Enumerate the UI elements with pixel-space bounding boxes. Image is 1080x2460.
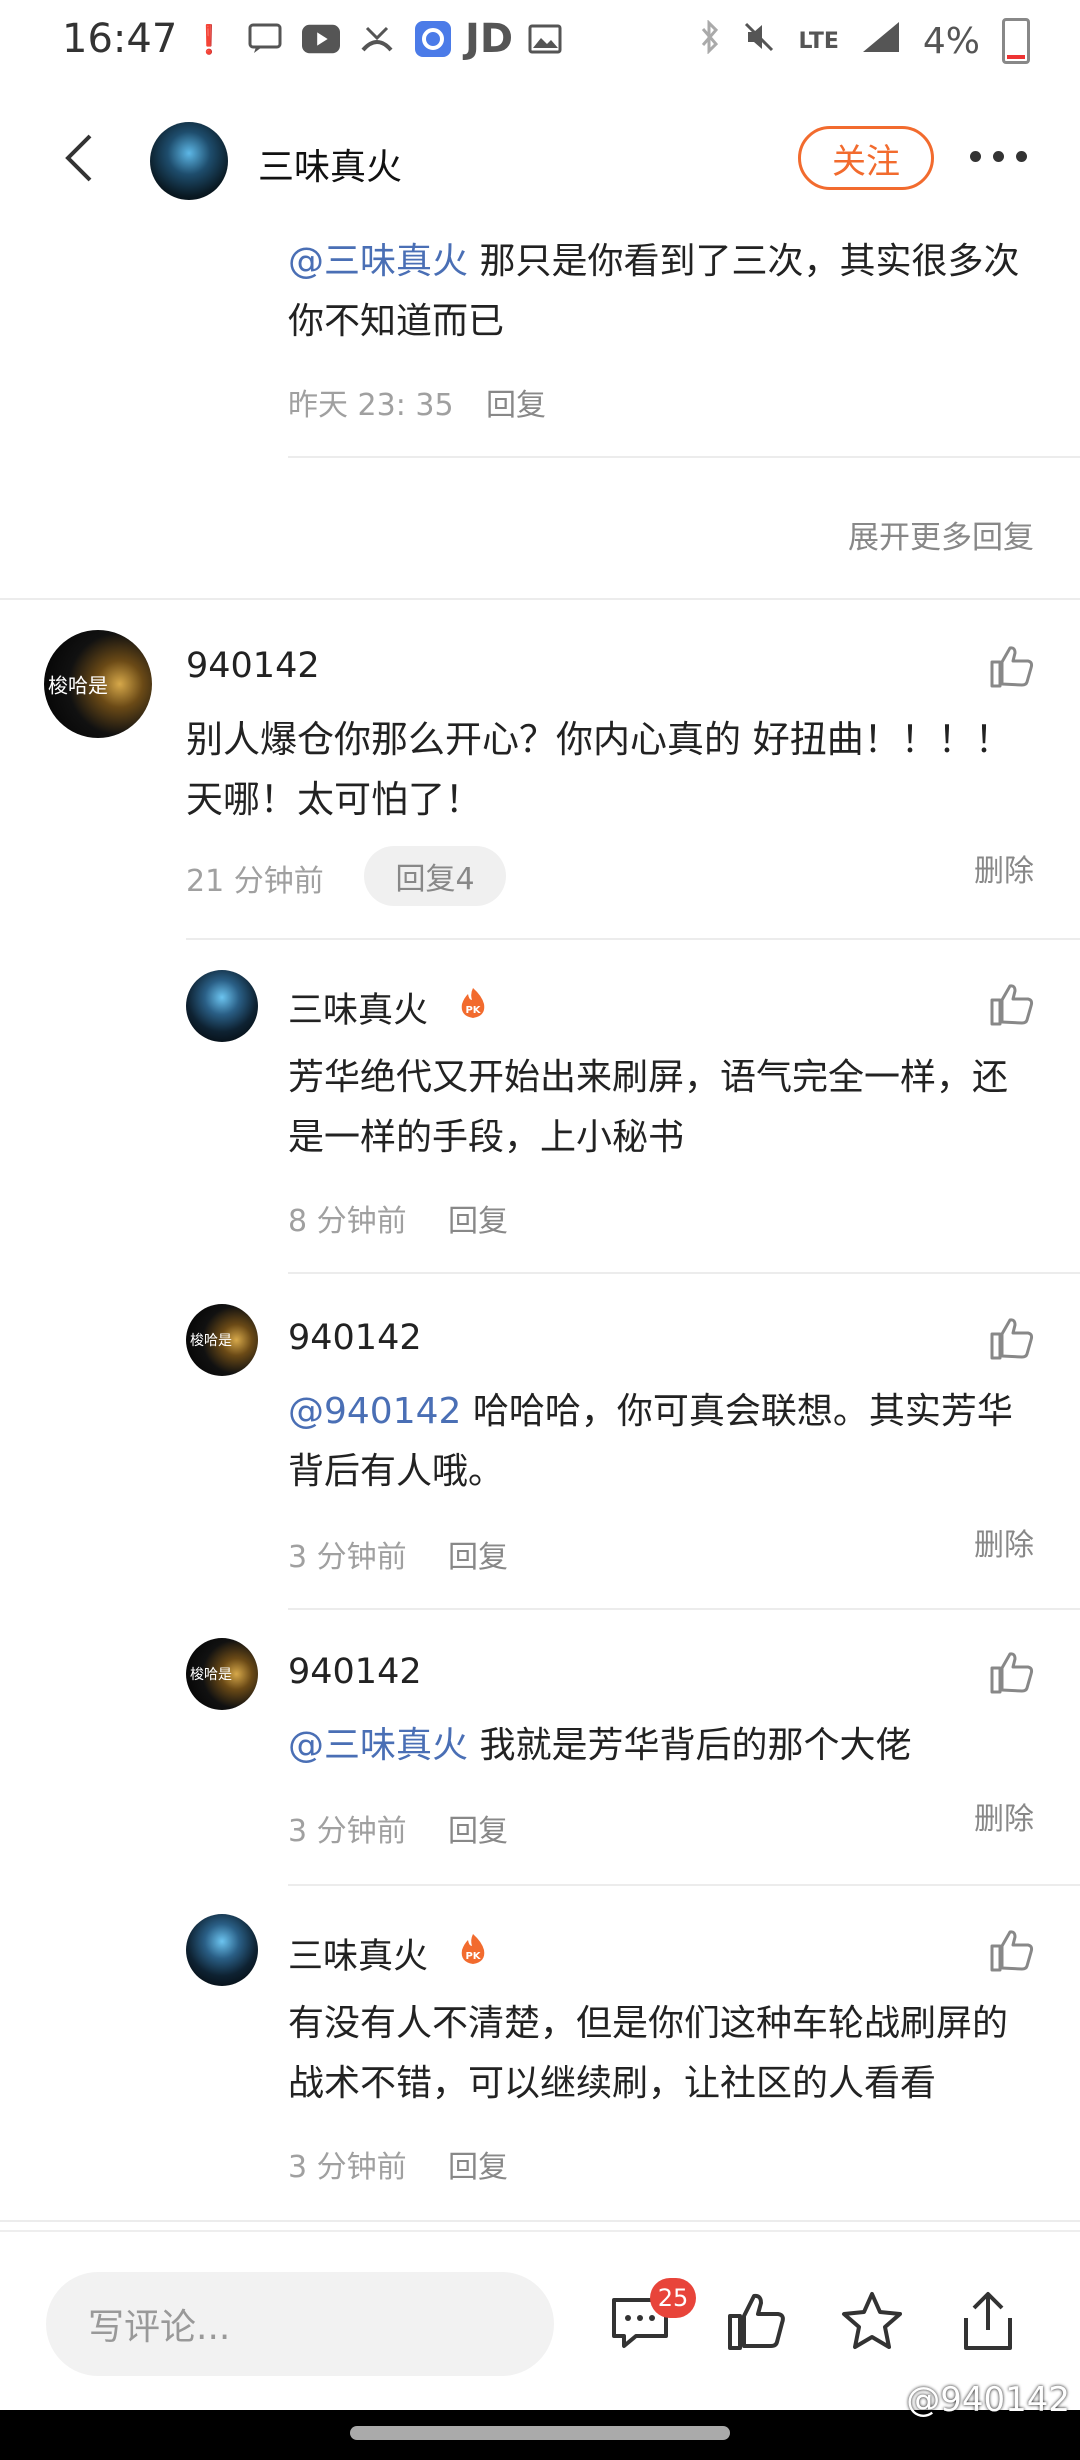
back-icon[interactable] xyxy=(52,128,112,188)
reply-username[interactable]: 三味真火 xyxy=(288,982,428,1033)
like-icon[interactable] xyxy=(988,1928,1034,1972)
divider xyxy=(0,598,1080,600)
notification-icons: ❗ JD xyxy=(190,16,564,62)
bluetooth-icon xyxy=(700,18,720,63)
message-icon xyxy=(246,20,284,58)
like-icon[interactable] xyxy=(724,2290,788,2354)
comment-text: 别人爆仓你那么开心？你内心真的 好扭曲！！！！天哪！太可怕了！ xyxy=(186,718,1012,821)
avatar[interactable] xyxy=(186,970,258,1042)
follow-button[interactable]: 关注 xyxy=(798,126,934,190)
avatar[interactable]: 梭哈是 xyxy=(186,1638,258,1710)
mute-icon xyxy=(742,20,776,63)
page-header: 三味真火 关注 xyxy=(0,110,1080,210)
reply-button[interactable]: 回复 xyxy=(448,1532,508,1576)
reply-username[interactable]: 940142 xyxy=(288,1652,422,1692)
watermark: @940142 xyxy=(906,2380,1070,2420)
battery-icon xyxy=(1002,18,1030,64)
reply-time: 昨天 23: 35 xyxy=(288,388,454,423)
missed-call-icon xyxy=(358,20,396,58)
reply-text: @三味真火 我就是芳华背后的那个大佬 xyxy=(288,1716,1028,1776)
status-time: 16:47 xyxy=(62,16,178,62)
avatar-text: 梭哈是 xyxy=(190,1667,232,1683)
avatar[interactable] xyxy=(186,1914,258,1986)
delete-button[interactable]: 删除 xyxy=(974,1520,1034,1564)
reply-button[interactable]: 回复 xyxy=(448,2142,508,2186)
avatar[interactable]: 梭哈是 xyxy=(186,1304,258,1376)
avatar[interactable] xyxy=(150,122,228,200)
system-icons: LTE 4% xyxy=(700,18,1030,64)
app-icon xyxy=(414,20,452,58)
svg-text:PK: PK xyxy=(465,1951,481,1962)
like-icon[interactable] xyxy=(988,1650,1034,1694)
reply-button[interactable]: 回复 xyxy=(486,380,546,424)
divider xyxy=(0,2220,1080,2222)
delete-button[interactable]: 删除 xyxy=(974,846,1034,890)
lte-icon: LTE xyxy=(798,28,839,54)
mention-link[interactable]: @三味真火 xyxy=(288,241,468,282)
reply-time: 8 分钟前 xyxy=(288,1204,407,1239)
home-indicator[interactable] xyxy=(350,2426,730,2440)
comment-time: 21 分钟前 xyxy=(186,864,324,899)
like-icon[interactable] xyxy=(988,982,1034,1026)
reply-text: @三味真火 那只是你看到了三次，其实很多次你不知道而已 xyxy=(288,232,1028,352)
reply-button[interactable]: 回复 xyxy=(448,1196,508,1240)
expand-replies-link[interactable]: 展开更多回复 xyxy=(848,512,1034,557)
battery-percent: 4% xyxy=(922,20,980,62)
divider xyxy=(288,1884,1080,1886)
favorite-icon[interactable] xyxy=(840,2290,904,2354)
status-bar: 16:47 ❗ JD LTE 4% xyxy=(0,0,1080,90)
signal-icon xyxy=(861,20,901,63)
reply-text: 有没有人不清楚，但是你们这种车轮战刷屏的战术不错，可以继续刷，让社区的人看看 xyxy=(288,2003,1009,2104)
reply-text: @940142 哈哈哈，你可真会联想。其实芳华背后有人哦。 xyxy=(288,1382,1028,1502)
like-icon[interactable] xyxy=(988,1316,1034,1360)
page-title[interactable]: 三味真火 xyxy=(258,138,402,190)
share-icon[interactable] xyxy=(956,2290,1020,2354)
like-icon[interactable] xyxy=(988,644,1034,688)
reply-time: 3 分钟前 xyxy=(288,1540,407,1575)
more-icon[interactable] xyxy=(970,146,1034,166)
divider xyxy=(288,1272,1080,1274)
replies-count-button[interactable]: 回复4 xyxy=(364,846,506,906)
comment-input[interactable]: 写评论... xyxy=(46,2272,554,2376)
jd-icon: JD xyxy=(464,16,514,62)
reply-body: 我就是芳华背后的那个大佬 xyxy=(468,1725,912,1766)
mention-link[interactable]: @940142 xyxy=(288,1391,461,1432)
svg-text:PK: PK xyxy=(465,1005,481,1016)
mention-link[interactable]: @三味真火 xyxy=(288,1725,468,1766)
reply-time: 3 分钟前 xyxy=(288,2150,407,2185)
reply-username[interactable]: 三味真火 xyxy=(288,1928,428,1979)
reply-button[interactable]: 回复 xyxy=(448,1806,508,1850)
avatar-text: 梭哈是 xyxy=(190,1333,232,1349)
youtube-icon xyxy=(302,20,340,58)
pk-badge-icon: PK xyxy=(461,988,485,1018)
comment-username[interactable]: 940142 xyxy=(186,646,320,686)
reply-time: 3 分钟前 xyxy=(288,1814,407,1849)
comment-count-badge: 25 xyxy=(650,2278,696,2318)
divider xyxy=(288,1608,1080,1610)
alert-icon: ❗ xyxy=(191,22,227,56)
reply-username[interactable]: 940142 xyxy=(288,1318,422,1358)
avatar[interactable]: 梭哈是 xyxy=(44,630,152,738)
reply-text: 芳华绝代又开始出来刷屏，语气完全一样，还是一样的手段，上小秘书 xyxy=(288,1057,1009,1158)
delete-button[interactable]: 删除 xyxy=(974,1794,1034,1838)
pk-badge-icon: PK xyxy=(461,1934,485,1964)
divider xyxy=(288,456,1080,458)
gallery-icon xyxy=(526,20,564,58)
avatar-text: 梭哈是 xyxy=(48,673,108,698)
divider xyxy=(186,938,1080,940)
